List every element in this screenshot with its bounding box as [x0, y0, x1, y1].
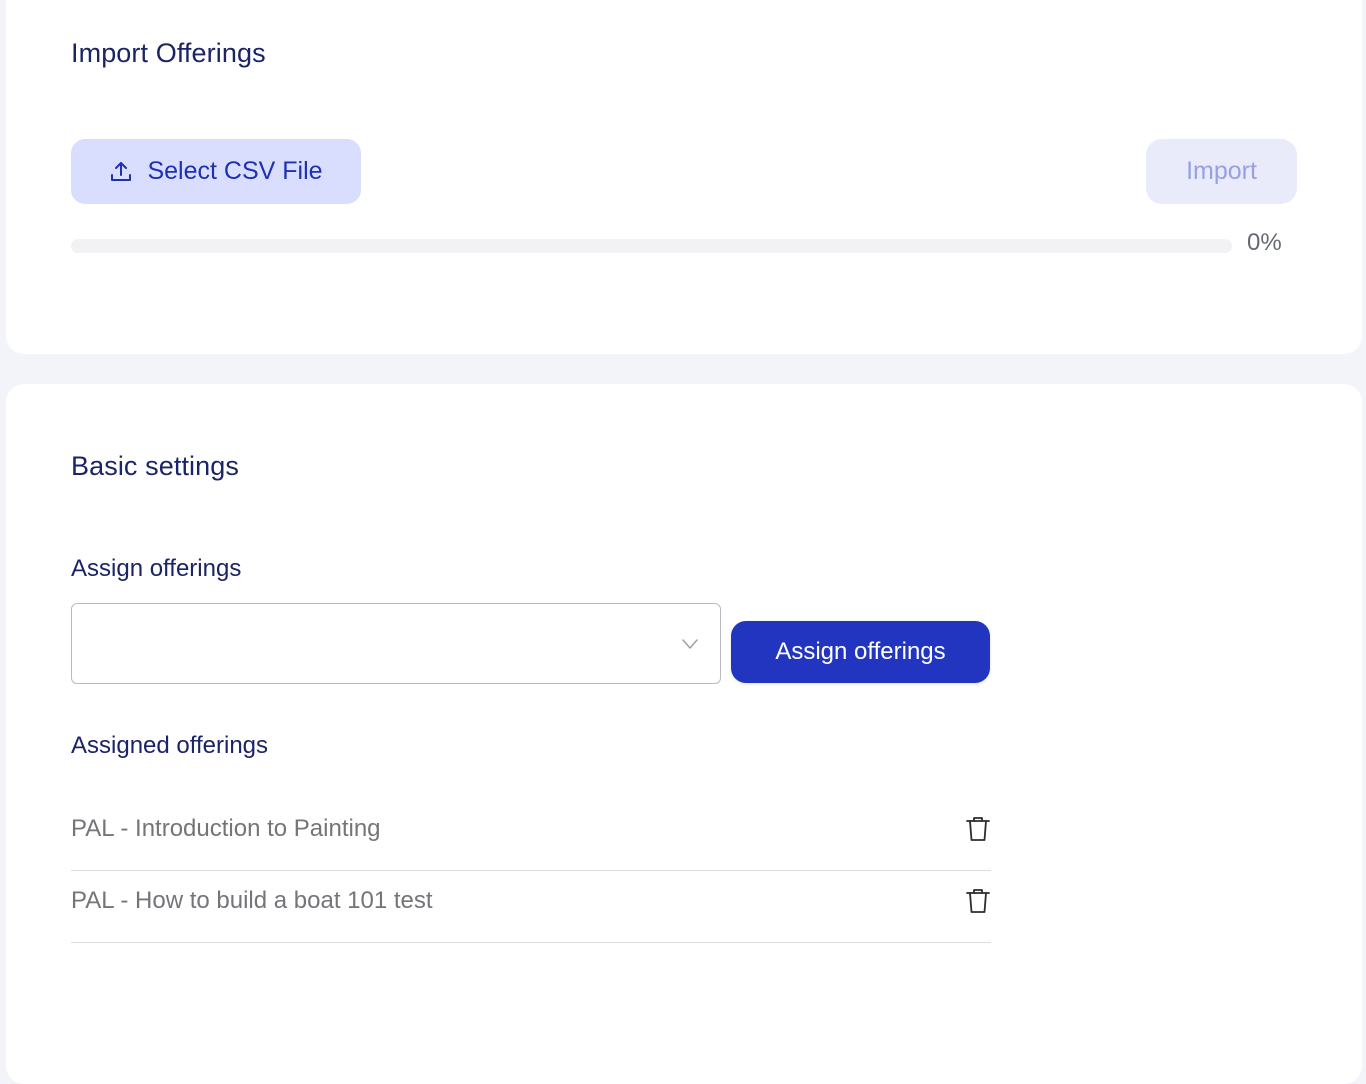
assigned-offering-name: PAL - How to build a boat 101 test [71, 887, 433, 914]
chevron-down-icon [682, 639, 698, 649]
list-item: PAL - How to build a boat 101 test [71, 872, 991, 943]
assign-offerings-label: Assign offerings [71, 555, 242, 582]
basic-settings-title: Basic settings [71, 451, 239, 481]
assign-offerings-select[interactable] [71, 603, 721, 684]
import-button[interactable]: Import [1146, 139, 1297, 204]
assigned-offering-name: PAL - Introduction to Painting [71, 815, 381, 842]
delete-offering-button[interactable] [965, 815, 991, 843]
import-progress-text: 0% [1247, 229, 1282, 256]
assigned-offerings-list: PAL - Introduction to Painting PAL - How… [71, 800, 991, 943]
assigned-offerings-label: Assigned offerings [71, 732, 269, 759]
list-item: PAL - Introduction to Painting [71, 800, 991, 871]
import-offerings-title: Import Offerings [71, 38, 266, 68]
basic-settings-card: Basic settings Assign offerings Assign o… [6, 384, 1362, 1084]
import-offerings-card: Import Offerings Select CSV File Import … [6, 0, 1362, 354]
import-progress-bar [71, 239, 1232, 253]
select-csv-file-label: Select CSV File [147, 157, 323, 185]
delete-offering-button[interactable] [965, 887, 991, 915]
select-csv-file-button[interactable]: Select CSV File [71, 139, 361, 204]
upload-icon [111, 161, 132, 181]
assign-offerings-button[interactable]: Assign offerings [731, 621, 990, 683]
trash-icon [966, 817, 990, 841]
trash-icon [966, 889, 990, 913]
